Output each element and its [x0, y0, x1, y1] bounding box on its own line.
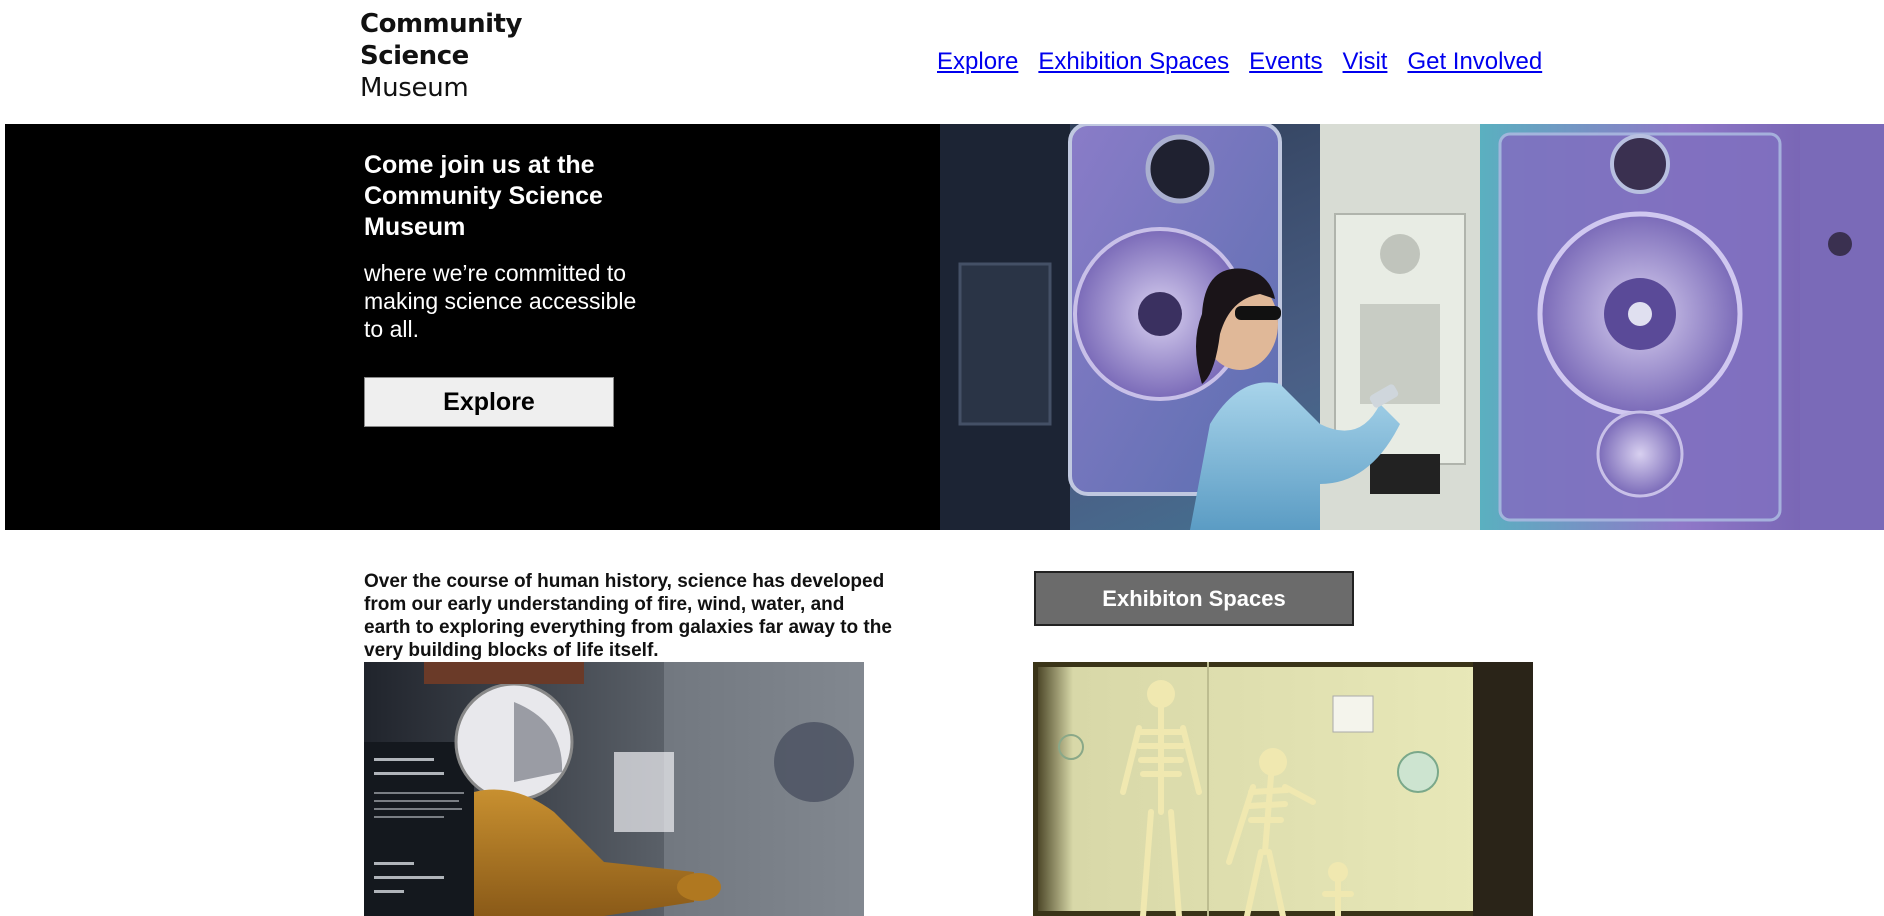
hero-subtitle: where we’re committed to making science …: [364, 260, 637, 342]
page: Community Science Museum Explore Exhibit…: [0, 0, 1884, 916]
site-logo[interactable]: Community Science Museum: [360, 8, 522, 104]
nav-link-visit[interactable]: Visit: [1343, 48, 1388, 76]
explore-button[interactable]: Explore: [364, 377, 614, 427]
hero-banner: Come join us at the Community Science Mu…: [5, 124, 1884, 530]
intro-text: Over the course of human history, scienc…: [364, 571, 892, 661]
logo-line-1: Community: [360, 9, 522, 39]
main-nav: Explore Exhibition Spaces Events Visit G…: [937, 48, 1542, 76]
nav-link-get-involved[interactable]: Get Involved: [1407, 48, 1542, 76]
hero-text: Come join us at the Community Science Mu…: [364, 150, 644, 343]
logo-line-2: Science: [360, 41, 469, 71]
scientist-lab-photo: [940, 124, 1884, 530]
nav-link-explore[interactable]: Explore: [937, 48, 1018, 76]
nav-link-exhibition-spaces[interactable]: Exhibition Spaces: [1038, 48, 1229, 76]
astronaut-exhibit-photo: [364, 662, 864, 916]
exhibition-spaces-button[interactable]: Exhibiton Spaces: [1034, 571, 1354, 626]
skeleton-exhibit-photo: [1033, 662, 1533, 916]
nav-link-events[interactable]: Events: [1249, 48, 1322, 76]
logo-line-3: Museum: [360, 73, 469, 103]
hero-title: Come join us at the Community Science Mu…: [364, 151, 603, 241]
